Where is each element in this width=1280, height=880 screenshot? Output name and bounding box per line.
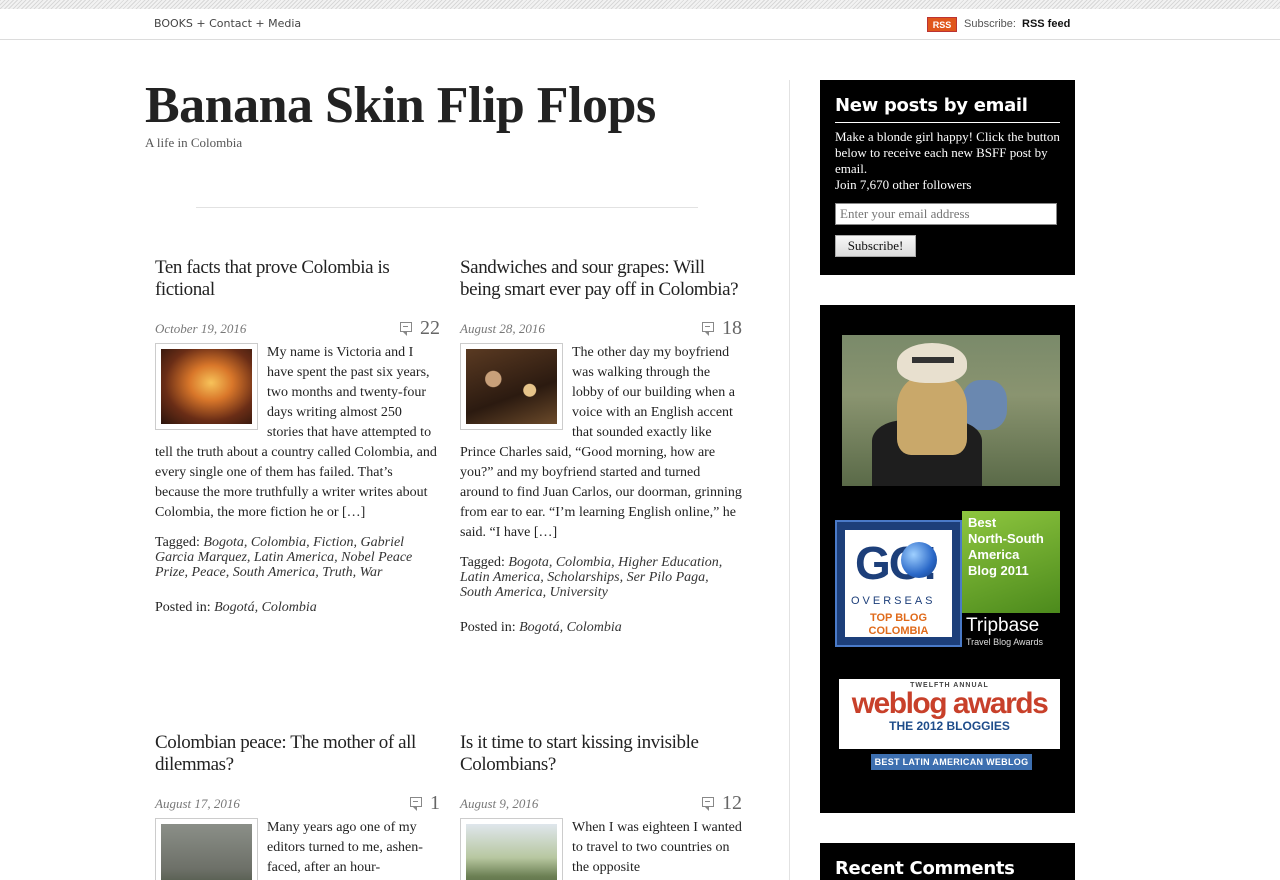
comment-bubble-icon	[702, 797, 714, 811]
comment-count-link[interactable]: 18	[702, 317, 742, 340]
site-title[interactable]: Banana Skin Flip Flops	[145, 76, 656, 135]
comment-bubble-icon	[410, 797, 422, 811]
post-title-link[interactable]: Colombian peace: The mother of all dilem…	[155, 732, 440, 776]
weblog-logo-text: weblog awards	[851, 687, 1049, 720]
globe-icon	[901, 542, 937, 578]
post-category: Posted in: Bogotá, Colombia	[460, 620, 742, 636]
top-bar: BOOKS + Contact + Media RSS Subscribe: R…	[0, 9, 1280, 40]
go-overseas-text: OVERSEAS	[851, 595, 936, 607]
badges-widget: GO! OVERSEAS TOP BLOG COLOMBIA Best Nort…	[820, 305, 1075, 813]
category-links[interactable]: Bogotá, Colombia	[214, 600, 317, 615]
weblog-category-bar[interactable]: BEST LATIN AMERICAN WEBLOG	[871, 754, 1032, 770]
post-meta: August 17, 2016 1	[155, 792, 440, 816]
post-body: My name is Victoria and I have spent the…	[155, 343, 440, 523]
gravestone-image	[161, 824, 252, 880]
post-meta: August 9, 2016 12	[460, 792, 742, 816]
post-thumbnail[interactable]	[155, 818, 258, 880]
rss-icon[interactable]: RSS	[927, 17, 957, 32]
nav-separator: +	[251, 17, 269, 30]
weblog-year: THE 2012 BLOGGIES	[889, 719, 1010, 733]
top-pattern-stripe	[0, 0, 1280, 9]
recent-comments-widget: Recent Comments	[820, 843, 1075, 880]
tripbase-award-line: Best	[968, 515, 997, 530]
subscribe-label: Subscribe:	[964, 18, 1016, 30]
post-card: Ten facts that prove Colombia is fiction…	[155, 257, 440, 616]
dinner-image	[466, 349, 557, 424]
post-tags: Tagged: Bogota, Colombia, Higher Educati…	[460, 555, 742, 600]
post-title-link[interactable]: Sandwiches and sour grapes: Will being s…	[460, 257, 742, 301]
category-links[interactable]: Bogotá, Colombia	[519, 620, 622, 635]
tripbase-award-line: Blog 2011	[968, 563, 1029, 578]
nav-books-link[interactable]: BOOKS	[154, 17, 193, 30]
top-nav: BOOKS + Contact + Media	[154, 17, 301, 30]
post-thumbnail[interactable]	[155, 343, 258, 430]
post-thumbnail[interactable]	[460, 343, 563, 430]
tripbase-award-line: America	[968, 547, 1020, 562]
sunset-image	[161, 349, 252, 424]
tagged-label: Tagged:	[155, 535, 200, 550]
post-body: The other day my boyfriend was walking t…	[460, 343, 742, 543]
author-photo	[842, 335, 1060, 486]
nav-media-link[interactable]: Media	[268, 17, 301, 30]
go-top-blog: TOP BLOG	[869, 612, 928, 624]
comment-count: 1	[430, 792, 440, 814]
post-card: Sandwiches and sour grapes: Will being s…	[460, 257, 742, 636]
post-date: August 17, 2016	[155, 796, 240, 811]
tripbase-name: Tripbase	[966, 615, 1040, 636]
comment-bubble-icon	[702, 322, 714, 336]
post-excerpt: Many years ago one of my editors turned …	[267, 820, 423, 875]
go-country: COLOMBIA	[868, 625, 929, 637]
post-card: Is it time to start kissing invisible Co…	[460, 732, 742, 880]
comment-count-link[interactable]: 22	[400, 317, 440, 340]
post-title-link[interactable]: Is it time to start kissing invisible Co…	[460, 732, 742, 776]
go-overseas-badge[interactable]: GO! OVERSEAS TOP BLOG COLOMBIA	[835, 520, 962, 647]
post-category: Posted in: Bogotá, Colombia	[155, 600, 440, 616]
widget-title: Recent Comments	[835, 858, 1015, 879]
nav-separator: +	[192, 17, 210, 30]
tripbase-subtitle: Travel Blog Awards	[966, 637, 1044, 647]
email-input[interactable]	[835, 203, 1057, 225]
town-image	[466, 824, 557, 880]
posted-label: Posted in:	[460, 620, 516, 635]
weblog-awards-badge[interactable]: TWELFTH ANNUAL weblog awards THE 2012 BL…	[839, 679, 1060, 749]
post-title-link[interactable]: Ten facts that prove Colombia is fiction…	[155, 257, 440, 301]
nav-contact-link[interactable]: Contact	[209, 17, 252, 30]
post-excerpt: When I was eighteen I wanted to travel t…	[572, 820, 742, 875]
post-body: When I was eighteen I wanted to travel t…	[460, 818, 742, 880]
widget-title: New posts by email	[835, 95, 1060, 123]
subscribe-button[interactable]: Subscribe!	[835, 235, 916, 257]
column-divider	[789, 80, 790, 880]
posted-label: Posted in:	[155, 600, 211, 615]
post-tags: Tagged: Bogota, Colombia, Fiction, Gabri…	[155, 535, 440, 580]
comment-count-link[interactable]: 1	[410, 792, 440, 815]
post-meta: October 19, 2016 22	[155, 317, 440, 341]
header-divider	[196, 207, 698, 208]
tripbase-badge[interactable]: Best North-South America Blog 2011 Tripb…	[962, 511, 1060, 661]
post-card: Colombian peace: The mother of all dilem…	[155, 732, 440, 880]
comment-bubble-icon	[400, 322, 412, 336]
post-body: Many years ago one of my editors turned …	[155, 818, 440, 880]
post-thumbnail[interactable]	[460, 818, 563, 880]
comment-count-link[interactable]: 12	[702, 792, 742, 815]
post-date: August 9, 2016	[460, 796, 539, 811]
tagged-label: Tagged:	[460, 555, 505, 570]
followers-count: Join 7,670 other followers	[835, 177, 972, 192]
comment-count: 18	[722, 317, 742, 339]
rss-feed-link[interactable]: RSS feed	[1022, 18, 1070, 30]
comment-count: 22	[420, 317, 440, 339]
email-subscribe-widget: New posts by email Make a blonde girl ha…	[820, 80, 1075, 275]
email-widget-description: Make a blonde girl happy! Click the butt…	[835, 129, 1060, 176]
tripbase-award-line: North-South	[968, 531, 1044, 546]
post-date: August 28, 2016	[460, 321, 545, 336]
email-widget-text: Make a blonde girl happy! Click the butt…	[835, 129, 1060, 193]
site-tagline: A life in Colombia	[145, 135, 243, 150]
tripbase-award-panel: Best North-South America Blog 2011	[962, 511, 1060, 613]
post-date: October 19, 2016	[155, 321, 247, 336]
post-meta: August 28, 2016 18	[460, 317, 742, 341]
go-award-text: TOP BLOG COLOMBIA	[845, 612, 952, 638]
comment-count: 12	[722, 792, 742, 814]
